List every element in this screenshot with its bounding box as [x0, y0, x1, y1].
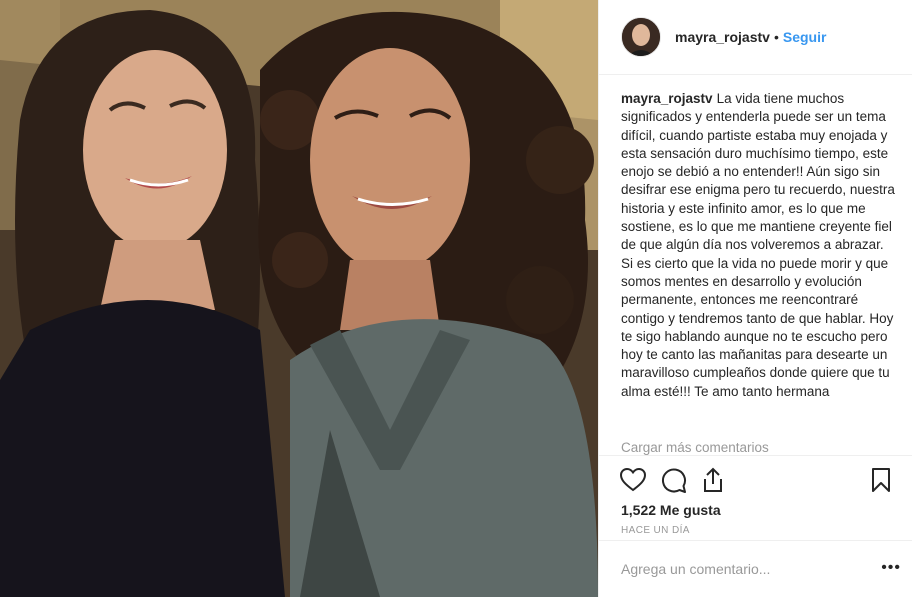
action-icons	[619, 466, 899, 494]
caption-text: La vida tiene muchos significados y ente…	[621, 91, 895, 399]
comment-icon[interactable]	[659, 466, 687, 494]
load-more-comments-link[interactable]: Cargar más comentarios	[621, 440, 769, 455]
bookmark-icon[interactable]	[867, 466, 895, 494]
instagram-post: mayra_rojastv • Seguir mayra_rojastv La v…	[0, 0, 912, 597]
photo-illustration	[0, 0, 598, 597]
header-text: mayra_rojastv • Seguir	[675, 29, 826, 45]
post-header: mayra_rojastv • Seguir	[599, 0, 912, 75]
heart-icon[interactable]	[619, 466, 647, 494]
comment-input[interactable]	[621, 559, 861, 579]
likes-count[interactable]: 1,522 Me gusta	[621, 502, 721, 518]
avatar[interactable]	[621, 17, 661, 57]
post-timestamp[interactable]: Hace un día	[621, 525, 690, 536]
separator-dot: •	[773, 29, 779, 45]
post-side-panel: mayra_rojastv • Seguir mayra_rojastv La v…	[598, 0, 912, 597]
post-caption: mayra_rojastv La vida tiene muchos signif…	[621, 90, 899, 401]
comment-box: •••	[599, 540, 912, 597]
follow-button[interactable]: Seguir	[783, 29, 827, 45]
more-options-icon[interactable]: •••	[881, 560, 901, 576]
caption-username[interactable]: mayra_rojastv	[621, 91, 713, 106]
post-photo[interactable]	[0, 0, 598, 597]
header-username[interactable]: mayra_rojastv	[675, 29, 770, 45]
share-icon[interactable]	[699, 466, 727, 494]
avatar-portrait	[622, 18, 660, 56]
